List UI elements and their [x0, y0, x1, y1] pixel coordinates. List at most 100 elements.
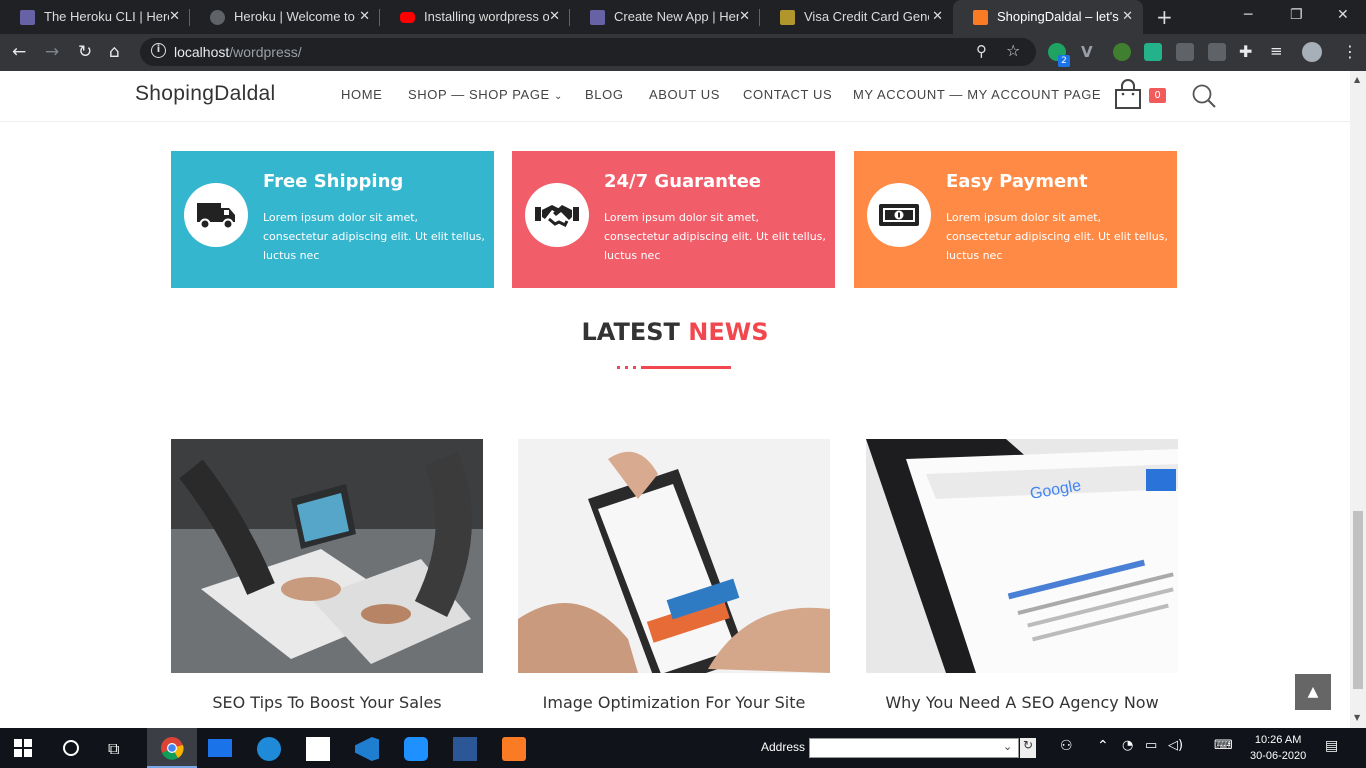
- extension-icon[interactable]: [1113, 43, 1131, 61]
- news-post[interactable]: SEO Tips To Boost Your Sales: [171, 439, 483, 712]
- system-clock[interactable]: 10:26 AM 30-06-2020: [1250, 732, 1306, 764]
- chevron-down-icon[interactable]: ⌄: [1003, 740, 1012, 753]
- keyboard-icon[interactable]: ⌨: [1214, 738, 1233, 753]
- close-icon[interactable]: ✕: [169, 8, 180, 24]
- nav-home[interactable]: HOME: [341, 87, 382, 102]
- card-icon: [780, 10, 795, 25]
- browser-toolbar: ← → ↻ ⌂ i localhost/wordpress/ ⚲ ☆ 2 V ✚…: [0, 34, 1366, 71]
- chevron-up-icon: ▲: [1307, 684, 1319, 700]
- feature-text: Lorem ipsum dolor sit amet, consectetur …: [946, 211, 1168, 262]
- chart-extension-icon[interactable]: [1176, 43, 1194, 61]
- scroll-down-icon[interactable]: ▼: [1354, 713, 1360, 722]
- feature-text: Lorem ipsum dolor sit amet, consectetur …: [263, 211, 485, 262]
- site-logo[interactable]: ShopingDaldal: [135, 82, 276, 106]
- menu-icon[interactable]: ⋮: [1342, 42, 1358, 61]
- truck-icon: [197, 203, 235, 230]
- shopping-bag-icon[interactable]: [1112, 78, 1144, 110]
- bookmark-star-icon[interactable]: ☆: [1006, 41, 1020, 60]
- vue-devtools-icon[interactable]: V: [1081, 43, 1099, 61]
- browser-tab-active[interactable]: ShopingDaldal – let's go ✕: [953, 0, 1143, 34]
- post-image[interactable]: [171, 439, 483, 673]
- nav-shop-label: SHOP — SHOP PAGE: [408, 87, 550, 102]
- nav-blog[interactable]: BLOG: [585, 87, 624, 102]
- zoom-search-icon[interactable]: ⚲: [976, 42, 987, 60]
- tab-title: Installing wordpress on: [424, 9, 549, 24]
- battery-icon[interactable]: ▭: [1145, 738, 1157, 753]
- heroku-icon: [590, 10, 605, 25]
- info-icon[interactable]: i: [151, 43, 166, 58]
- nav-account[interactable]: MY ACCOUNT — MY ACCOUNT PAGE: [853, 87, 1101, 102]
- search-icon[interactable]: [1191, 83, 1217, 109]
- cart-count-badge: 0: [1149, 88, 1166, 103]
- back-to-top-button[interactable]: ▲: [1295, 674, 1331, 710]
- address-toolbar-input[interactable]: [809, 738, 1019, 758]
- edge-icon[interactable]: [257, 737, 281, 761]
- refresh-icon[interactable]: ↻: [1020, 738, 1036, 758]
- new-tab-button[interactable]: +: [1156, 5, 1173, 29]
- store-icon[interactable]: [306, 737, 330, 761]
- close-icon[interactable]: ✕: [1122, 8, 1133, 24]
- url-text: localhost/wordpress/: [174, 44, 302, 60]
- home-icon[interactable]: ⌂: [109, 42, 120, 62]
- reload-icon[interactable]: ↻: [78, 42, 92, 62]
- globe-icon: [210, 10, 225, 25]
- post-image[interactable]: Google: [866, 439, 1178, 673]
- windows-start-icon[interactable]: [14, 739, 32, 757]
- avatar[interactable]: [1302, 42, 1322, 62]
- nav-shop[interactable]: SHOP — SHOP PAGE ⌄: [408, 87, 563, 102]
- post-title[interactable]: Image Optimization For Your Site: [518, 693, 830, 712]
- security-icon[interactable]: [404, 737, 428, 761]
- puzzle-icon[interactable]: ✚: [1239, 42, 1252, 61]
- nav-contact[interactable]: CONTACT US: [743, 87, 832, 102]
- vscode-icon[interactable]: [355, 737, 379, 761]
- color-picker-icon[interactable]: [1208, 43, 1226, 61]
- forward-icon[interactable]: →: [45, 42, 59, 62]
- clock-time: 10:26 AM: [1254, 734, 1302, 746]
- extension-icon[interactable]: [1144, 43, 1162, 61]
- feature-icon-circle: [525, 183, 589, 247]
- news-post[interactable]: Image Optimization For Your Site: [518, 439, 830, 712]
- post-title[interactable]: SEO Tips To Boost Your Sales: [171, 693, 483, 712]
- maximize-icon[interactable]: ❐: [1290, 7, 1303, 23]
- scrollbar-thumb[interactable]: [1353, 511, 1363, 689]
- scroll-up-icon[interactable]: ▲: [1354, 75, 1360, 84]
- cortana-icon[interactable]: [61, 738, 81, 758]
- close-window-icon[interactable]: ✕: [1337, 7, 1349, 23]
- close-icon[interactable]: ✕: [932, 8, 943, 24]
- network-icon[interactable]: ◔: [1122, 738, 1133, 753]
- xampp-icon[interactable]: [502, 737, 526, 761]
- section-title: LATEST NEWS: [0, 318, 1350, 346]
- close-icon[interactable]: ✕: [739, 8, 750, 24]
- browser-tab[interactable]: The Heroku CLI | Herok ✕: [0, 0, 190, 34]
- post-image[interactable]: [518, 439, 830, 673]
- address-bar[interactable]: i localhost/wordpress/ ⚲ ☆: [140, 38, 1036, 66]
- xampp-icon: [973, 10, 988, 25]
- close-icon[interactable]: ✕: [359, 8, 370, 24]
- mail-icon[interactable]: [208, 739, 232, 757]
- people-icon[interactable]: ⚇: [1060, 738, 1073, 754]
- post-title[interactable]: Why You Need A SEO Agency Now: [866, 693, 1178, 712]
- section-title-accent: NEWS: [688, 318, 769, 346]
- notifications-icon[interactable]: ▤: [1325, 738, 1338, 754]
- browser-tab[interactable]: Create New App | Herok ✕: [570, 0, 760, 34]
- feature-title: Easy Payment: [946, 171, 1088, 192]
- chevron-up-icon[interactable]: ⌃: [1097, 738, 1109, 754]
- word-icon[interactable]: [453, 737, 477, 761]
- task-view-icon[interactable]: ⧉: [108, 739, 132, 763]
- nav-about[interactable]: ABOUT US: [649, 87, 720, 102]
- close-icon[interactable]: ✕: [549, 8, 560, 24]
- browser-tab[interactable]: Heroku | Welcome to yo ✕: [190, 0, 380, 34]
- page-scrollbar[interactable]: ▲ ▼: [1350, 71, 1366, 728]
- minimize-icon[interactable]: ─: [1244, 7, 1252, 23]
- money-icon: [879, 204, 919, 226]
- feature-icon-circle: [184, 183, 248, 247]
- back-icon[interactable]: ←: [12, 42, 26, 62]
- media-queue-icon[interactable]: ≡: [1270, 42, 1283, 60]
- news-post[interactable]: Google Why You Need A SEO Agency Now: [866, 439, 1178, 712]
- browser-tab[interactable]: Visa Credit Card Genera ✕: [760, 0, 953, 34]
- site-header: ShopingDaldal HOME SHOP — SHOP PAGE ⌄ BL…: [0, 71, 1350, 122]
- taskbar-chrome-active[interactable]: [147, 728, 197, 768]
- feature-guarantee: 24/7 Guarantee Lorem ipsum dolor sit ame…: [512, 151, 835, 288]
- browser-tab[interactable]: Installing wordpress on ✕: [380, 0, 570, 34]
- volume-icon[interactable]: ◁): [1168, 738, 1183, 753]
